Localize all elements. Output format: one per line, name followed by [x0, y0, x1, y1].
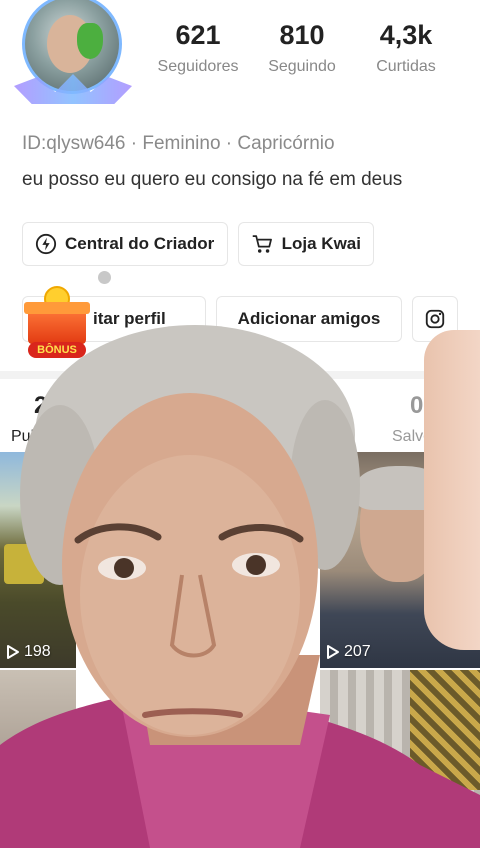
- creator-center-label: Central do Criador: [65, 234, 215, 253]
- video-thumbnail-1[interactable]: 198: [0, 452, 76, 668]
- stat-likes[interactable]: 4,3k Curtidas: [358, 18, 454, 76]
- likes-label: Curtidas: [376, 58, 436, 75]
- profile-bio: eu posso eu quero eu consigo na fé em de…: [22, 169, 403, 190]
- kwai-shop-button[interactable]: Loja Kwai: [238, 222, 374, 266]
- bonus-gift-button[interactable]: BÔNUS: [22, 286, 92, 360]
- profile-id-line: ID:qlysw646 · Feminino · Capricórnio: [22, 133, 335, 154]
- indicator-dot: [98, 271, 111, 284]
- add-friends-label: Adicionar amigos: [237, 309, 381, 328]
- creator-center-button[interactable]: Central do Criador: [22, 222, 228, 266]
- video-views-2: 207: [326, 643, 371, 661]
- tab-published-count[interactable]: 2: [34, 392, 47, 420]
- instagram-icon: [425, 309, 445, 329]
- bonus-tag: BÔNUS: [28, 342, 86, 358]
- tab-saved-count[interactable]: 0: [410, 392, 423, 420]
- likes-count: 4,3k: [379, 20, 433, 50]
- cart-icon: [252, 235, 272, 253]
- followers-label: Seguidores: [157, 58, 239, 75]
- video-views-count-1: 198: [24, 643, 51, 660]
- stat-following[interactable]: 810 Seguindo: [254, 18, 350, 76]
- add-friends-button[interactable]: Adicionar amigos: [216, 296, 402, 342]
- video-views-count-2: 207: [344, 643, 371, 660]
- video-views-1: 198: [6, 643, 51, 661]
- video-thumbnail-4[interactable]: [320, 670, 480, 848]
- tab-published-label[interactable]: Pub: [11, 428, 39, 446]
- lightning-icon: [35, 233, 57, 255]
- overlay-hand: [424, 330, 480, 650]
- stat-followers[interactable]: 621 Seguidores: [150, 18, 246, 76]
- edit-profile-label: itar perfil: [93, 309, 166, 328]
- section-divider: [0, 371, 480, 379]
- avatar-frame-decoration: [14, 74, 132, 104]
- profile-avatar[interactable]: [14, 0, 132, 106]
- kwai-shop-label: Loja Kwai: [281, 234, 361, 253]
- play-icon: [7, 645, 19, 659]
- following-count: 810: [279, 20, 325, 50]
- followers-count: 621: [175, 20, 221, 50]
- video-thumbnail-3[interactable]: [0, 670, 76, 848]
- play-icon: [327, 645, 339, 659]
- following-label: Seguindo: [268, 58, 336, 75]
